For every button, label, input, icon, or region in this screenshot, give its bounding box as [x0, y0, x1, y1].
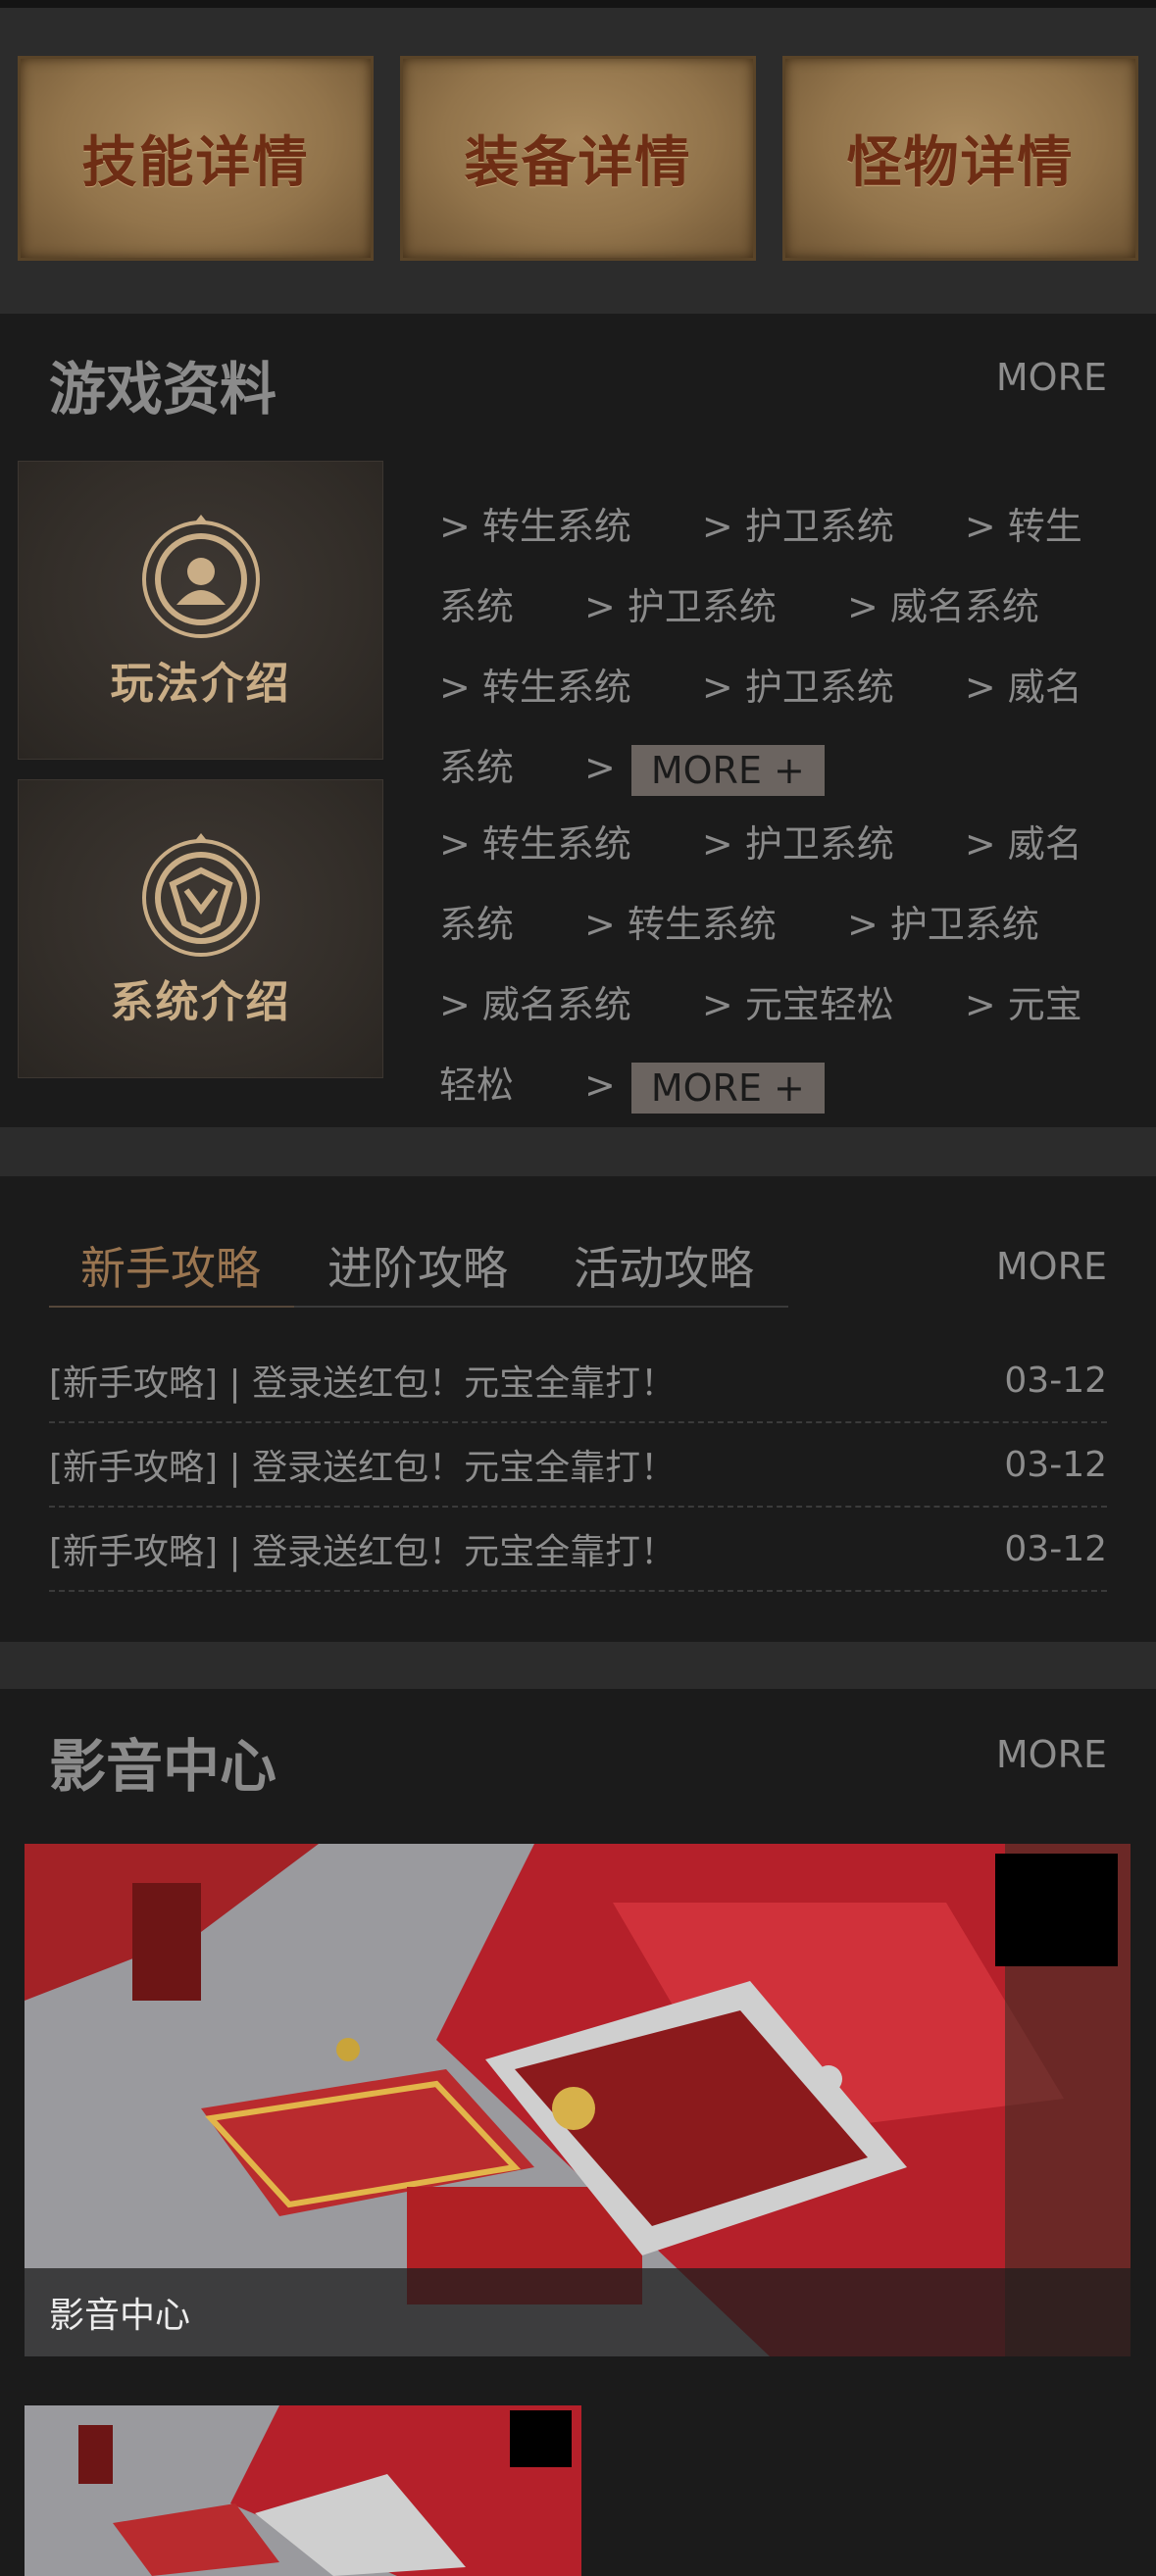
guide-date: 03-12	[1004, 1528, 1107, 1569]
tab-beginner-guide[interactable]: 新手攻略	[80, 1233, 261, 1298]
link-group-1-more-button[interactable]: MORE +	[630, 744, 825, 796]
guide-title: [新手攻略] | 登录送红包！元宝全靠打！	[49, 1532, 677, 1572]
system-intro-label: 系统介绍	[110, 977, 291, 1027]
featured-video-thumbnail[interactable]: 影音中心	[25, 1844, 1131, 2356]
link-item[interactable]: > 护卫系统	[702, 822, 894, 866]
link-item[interactable]: > 威名系统	[439, 983, 631, 1026]
gameplay-intro-label: 玩法介绍	[110, 659, 291, 709]
video-thumbnail[interactable]	[25, 2405, 581, 2576]
link-item[interactable]: > 护卫系统	[702, 505, 894, 548]
skill-details-button[interactable]: 技能详情	[18, 56, 374, 261]
guide-title: [新手攻略] | 登录送红包！元宝全靠打！	[49, 1448, 677, 1488]
active-tab-indicator	[49, 1306, 294, 1308]
link-group-1: > 转生系统 > 护卫系统 > 转生系统 > 护卫系统 > 威名系统> 转生系统 > 护卫…	[439, 486, 1116, 808]
system-emblem-icon	[141, 833, 260, 957]
media-more-link[interactable]: MORE	[996, 1733, 1107, 1776]
gameplay-emblem-icon	[141, 515, 260, 638]
link-item[interactable]: > 转生系统	[439, 505, 631, 548]
equipment-details-label: 装备详情	[464, 131, 692, 195]
link-item[interactable]: > 元宝轻松	[702, 983, 894, 1026]
game-data-title: 游戏资料	[49, 356, 277, 422]
link-item[interactable]: > 转生系统	[439, 666, 631, 709]
monster-details-label: 怪物详情	[846, 131, 1075, 195]
gameplay-intro-card[interactable]: 玩法介绍	[18, 461, 383, 760]
section-divider	[0, 1642, 1156, 1689]
skill-details-label: 技能详情	[81, 131, 310, 195]
tab-advanced-guide[interactable]: 进阶攻略	[327, 1233, 508, 1298]
more-arrow: >	[584, 746, 616, 789]
guides-more-link[interactable]: MORE	[996, 1245, 1107, 1288]
section-divider	[0, 1127, 1156, 1176]
link-item[interactable]: > 转生系统	[584, 903, 777, 946]
top-edge	[0, 0, 1156, 8]
link-item[interactable]: > 护卫系统	[847, 903, 1039, 946]
guide-title: [新手攻略] | 登录送红包！元宝全靠打！	[49, 1363, 677, 1404]
link-group-2-more-button[interactable]: MORE +	[630, 1062, 825, 1114]
game-data-more-link[interactable]: MORE	[996, 356, 1107, 399]
link-item[interactable]: > 护卫系统	[584, 585, 777, 628]
link-item[interactable]: > 转生系统	[439, 822, 631, 866]
guide-date: 03-12	[1004, 1360, 1107, 1401]
link-item[interactable]: > 护卫系统	[702, 666, 894, 709]
guide-row[interactable]: [新手攻略] | 登录送红包！元宝全靠打！ 03-12	[49, 1339, 1107, 1423]
guide-tabs: 新手攻略 进阶攻略 活动攻略	[49, 1233, 788, 1308]
link-item[interactable]: > 威名系统	[847, 585, 1039, 628]
equipment-details-button[interactable]: 装备详情	[400, 56, 756, 261]
guide-date: 03-12	[1004, 1444, 1107, 1485]
guide-row[interactable]: [新手攻略] | 登录送红包！元宝全靠打！ 03-12	[49, 1423, 1107, 1508]
guide-row[interactable]: [新手攻略] | 登录送红包！元宝全靠打！ 03-12	[49, 1508, 1107, 1592]
monster-details-button[interactable]: 怪物详情	[782, 56, 1138, 261]
video-caption: 影音中心	[25, 2268, 1131, 2356]
more-arrow: >	[584, 1064, 616, 1107]
media-center-title: 影音中心	[49, 1733, 277, 1800]
tab-event-guide[interactable]: 活动攻略	[574, 1233, 754, 1298]
system-intro-card[interactable]: 系统介绍	[18, 779, 383, 1078]
link-group-2: > 转生系统 > 护卫系统 > 威名系统 > 转生系统 > 护卫系统> 威名系统 > 元宝…	[439, 804, 1116, 1125]
game-scene-image	[25, 2405, 581, 2576]
